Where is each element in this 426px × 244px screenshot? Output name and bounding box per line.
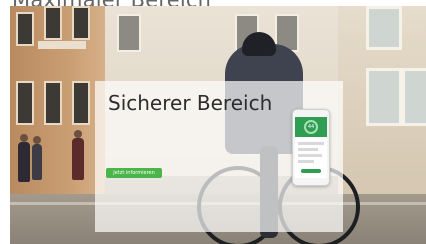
app-header: 44 <box>295 117 327 137</box>
window <box>402 68 426 126</box>
window <box>366 68 402 126</box>
window <box>72 6 90 40</box>
window <box>16 12 34 46</box>
pedestrian <box>72 130 84 180</box>
phone-mockup: 44 <box>292 109 330 186</box>
window <box>16 81 34 125</box>
promo-panel: Sicherer Bereich Jetzt informieren 44 <box>95 81 343 232</box>
window <box>72 81 90 125</box>
window <box>117 14 141 52</box>
app-row <box>298 160 314 163</box>
app-score: 44 <box>307 124 315 130</box>
app-row <box>298 154 322 157</box>
building-right <box>338 6 426 201</box>
app-row <box>298 148 318 151</box>
window <box>44 81 62 125</box>
phone-screen: 44 <box>295 117 327 178</box>
window <box>44 6 62 40</box>
balcony <box>38 41 86 49</box>
app-row <box>298 142 324 145</box>
cta-button[interactable]: Jetzt informieren <box>106 168 162 178</box>
window <box>366 6 402 50</box>
pedestrian <box>18 134 30 182</box>
app-button <box>301 169 321 173</box>
pedestrian <box>32 136 42 180</box>
panel-title: Sicherer Bereich <box>108 91 273 115</box>
